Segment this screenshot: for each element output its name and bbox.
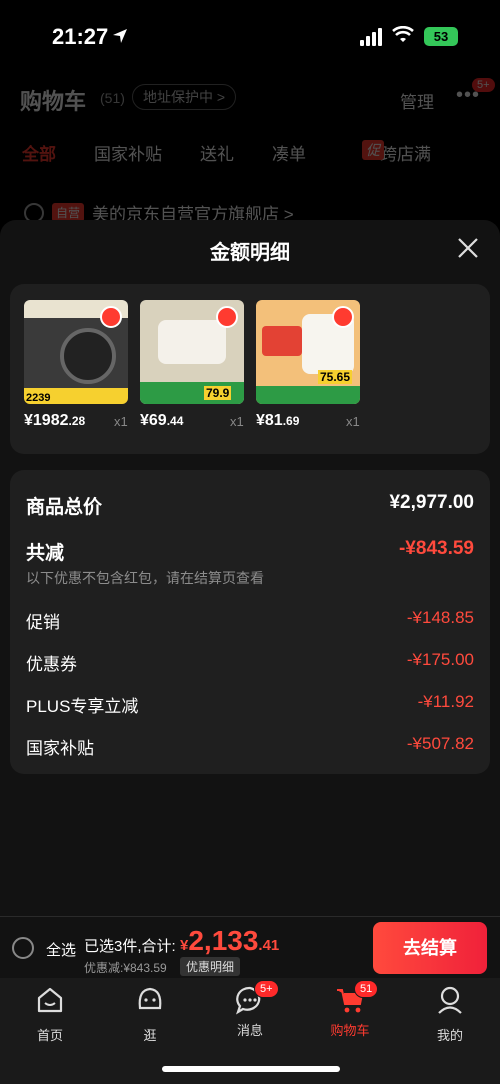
tab-cart[interactable]: 51 购物车 <box>310 980 390 1039</box>
discount-value: -¥175.00 <box>406 650 474 669</box>
discount-value: -¥11.92 <box>417 692 474 711</box>
messages-badge: 5+ <box>254 980 279 998</box>
status-bar: 21:27 53 <box>0 0 500 74</box>
tab-home-label: 首页 <box>36 1028 63 1043</box>
selection-summary: 已选3件,合计: <box>84 938 176 955</box>
product-image-washer: 2239 <box>24 300 128 404</box>
tab-browse-label: 逛 <box>143 1028 157 1043</box>
total-reduction-value: -¥843.59 <box>398 538 474 559</box>
checked-icon <box>100 306 122 328</box>
product-item[interactable]: 75.65 ¥81.69 x1 <box>256 300 360 429</box>
home-indicator <box>162 1066 340 1072</box>
discount-note: 以下优惠不包含红包，请在结算页查看 <box>26 570 264 586</box>
tab-cross-store: 跨店满 <box>380 145 431 164</box>
product-qty: x1 <box>346 414 360 429</box>
cart-title: 购物车 <box>20 89 87 114</box>
tab-browse[interactable]: 逛 <box>110 984 190 1044</box>
cart-badge: 51 <box>354 980 379 998</box>
tab-gift: 送礼 <box>200 145 234 164</box>
home-icon <box>37 987 63 1013</box>
tab-bundle: 凑单 <box>272 145 306 164</box>
product-item[interactable]: 79.9 ¥69.44 x1 <box>140 300 244 429</box>
product-thumbnails-card: 2239 ¥1982.28 x1 79.9 ¥69.44 x1 75.65 ¥8… <box>10 284 490 454</box>
select-all-radio[interactable] <box>12 937 34 959</box>
location-arrow-icon <box>113 29 127 43</box>
tab-all: 全部 <box>22 145 56 164</box>
tab-me-label: 我的 <box>436 1028 463 1043</box>
total-reduction-label: 共减 <box>26 543 65 564</box>
discount-label: 优惠券 <box>26 655 77 674</box>
product-badge: 2239 <box>26 392 51 404</box>
discount-value: -¥507.82 <box>406 734 474 753</box>
discount-label: 促销 <box>26 613 60 632</box>
discount-detail-link[interactable]: 优惠明细 <box>180 957 241 976</box>
manage-button: 管理 <box>400 93 434 112</box>
checked-icon <box>216 306 238 328</box>
product-qty: x1 <box>230 414 244 429</box>
background-cart-page: 购物车 (51) 地址保护中 > 管理 ••• 5+ 全部 国家补贴 送礼 凑单… <box>0 74 500 224</box>
total-price-value: ¥2,977.00 <box>389 492 474 513</box>
sheet-title: 金额明细 <box>210 242 290 264</box>
product-price: ¥81.69 <box>256 412 300 429</box>
product-image-hotpot: 79.9 <box>140 300 244 404</box>
product-badge: 75.65 <box>318 370 353 384</box>
discount-label: PLUS专享立减 <box>26 697 139 716</box>
product-image-egg-steamer: 75.65 <box>256 300 360 404</box>
price-breakdown-card: 商品总价 ¥2,977.00 共减 -¥843.59 以下优惠不包含红包，请在结… <box>10 470 490 774</box>
cellular-signal-icon <box>360 28 382 46</box>
tab-home[interactable]: 首页 <box>10 984 90 1044</box>
more-badge: 5+ <box>472 78 495 92</box>
total-amount: ¥2,133.41 <box>180 925 280 956</box>
battery-indicator: 53 <box>424 27 458 46</box>
total-price-label: 商品总价 <box>26 497 103 518</box>
checkout-bar: 全选 已选3件,合计: ¥2,133.41 优惠减:¥843.59 优惠明细 去… <box>0 916 500 978</box>
product-item[interactable]: 2239 ¥1982.28 x1 <box>24 300 128 429</box>
close-icon[interactable] <box>456 236 480 260</box>
promo-tag: 促 <box>362 140 384 160</box>
tab-cart-label: 购物车 <box>330 1023 370 1038</box>
tab-national-subsidy: 国家补贴 <box>94 145 162 164</box>
product-qty: x1 <box>114 414 128 429</box>
status-time: 21:27 <box>52 24 109 49</box>
tab-me[interactable]: 我的 <box>410 984 490 1044</box>
checkout-button[interactable]: 去结算 <box>373 922 487 974</box>
select-all-label[interactable]: 全选 <box>46 939 76 960</box>
address-protect-pill: 地址保护中 > <box>132 84 237 110</box>
product-price: ¥1982.28 <box>24 412 86 429</box>
wifi-icon <box>392 26 414 42</box>
checked-icon <box>332 306 354 328</box>
browse-face-icon <box>138 987 162 1010</box>
product-badge: 79.9 <box>204 386 232 400</box>
discount-value: -¥148.85 <box>406 608 474 627</box>
tab-messages[interactable]: 5+ 消息 <box>210 980 290 1039</box>
cart-count: (51) <box>100 90 125 106</box>
tab-messages-label: 消息 <box>236 1023 263 1038</box>
product-price: ¥69.44 <box>140 412 184 429</box>
amount-detail-sheet: 金额明细 2239 ¥1982.28 x1 79.9 ¥69.44 x1 75.… <box>0 220 500 916</box>
discount-summary: 优惠减:¥843.59 <box>84 961 167 975</box>
discount-label: 国家补贴 <box>26 739 94 758</box>
user-icon <box>438 986 462 1014</box>
